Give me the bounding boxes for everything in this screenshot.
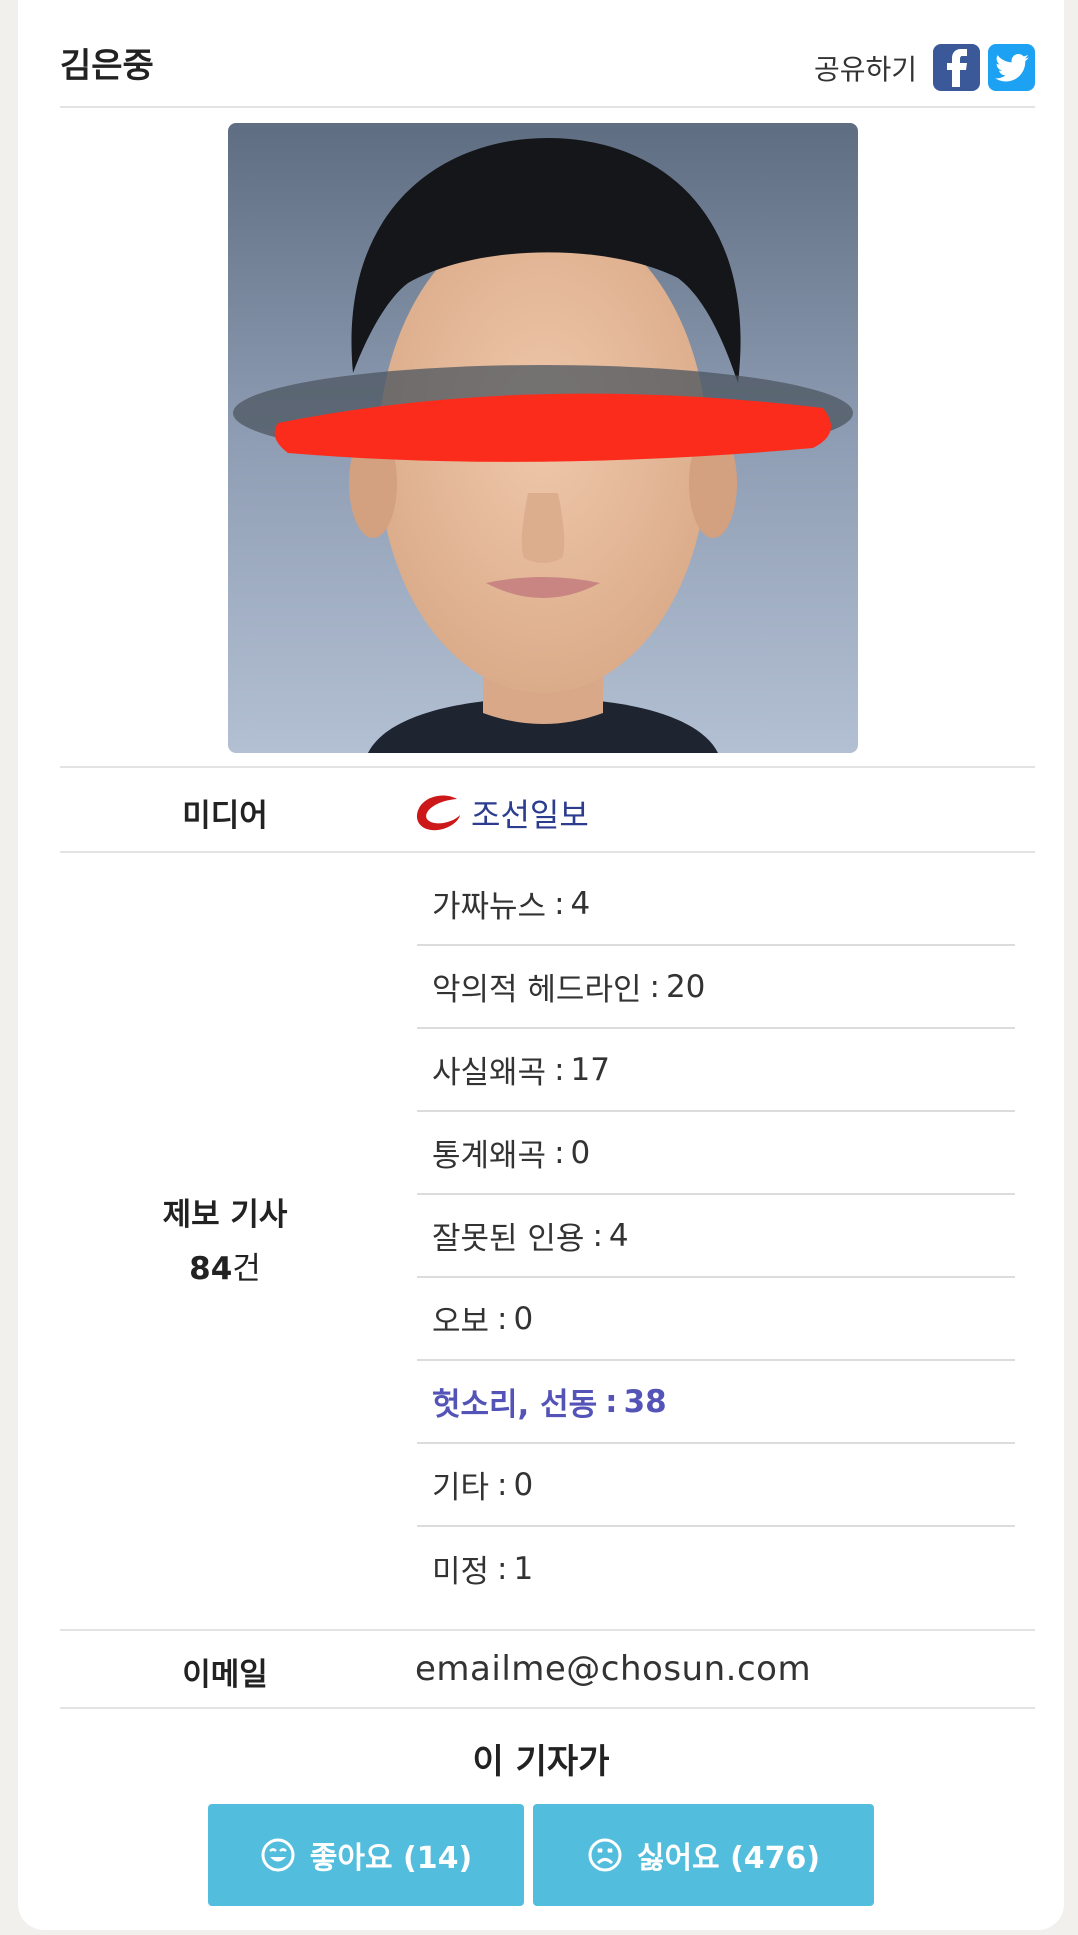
media-link[interactable]: 조선일보	[413, 790, 589, 836]
like-button[interactable]: 좋아요 (14)	[208, 1804, 524, 1906]
list-item[interactable]: 가짜뉴스:4	[417, 863, 1015, 946]
list-item[interactable]: 오보:0	[417, 1278, 1015, 1361]
email-label: 이메일	[182, 1657, 268, 1693]
share-label: 공유하기	[813, 52, 917, 86]
facebook-icon	[946, 48, 967, 87]
twitter-share-button[interactable]	[988, 44, 1035, 91]
report-category-list: 가짜뉴스:4 악의적 헤드라인:20 사실왜곡:17 통계왜곡:0 잘못된 인용…	[417, 863, 1015, 1610]
smile-icon	[261, 1838, 295, 1872]
media-row: 미디어 조선일보	[60, 766, 1035, 851]
reports-label: 제보 기사 84건	[60, 1188, 390, 1296]
vote-title: 이 기자가	[472, 1742, 610, 1782]
email-value[interactable]: emailme@chosun.com	[415, 1649, 811, 1689]
dislike-button[interactable]: 싫어요 (476)	[533, 1804, 874, 1906]
reporter-name: 김은중	[60, 46, 154, 86]
list-item[interactable]: 미정:1	[417, 1527, 1015, 1610]
list-item-highlighted[interactable]: 헛소리, 선동:38	[417, 1361, 1015, 1444]
frown-icon	[588, 1838, 622, 1872]
media-name: 조선일보	[471, 796, 589, 834]
list-item[interactable]: 악의적 헤드라인:20	[417, 946, 1015, 1029]
reports-title: 제보 기사	[162, 1197, 288, 1233]
share-bar: 공유하기	[814, 44, 1035, 91]
list-item[interactable]: 통계왜곡:0	[417, 1112, 1015, 1195]
card-header: 김은중 공유하기	[60, 0, 1035, 108]
list-item[interactable]: 사실왜곡:17	[417, 1029, 1015, 1112]
media-label: 미디어	[182, 798, 268, 834]
reports-row: 제보 기사 84건 가짜뉴스:4 악의적 헤드라인:20 사실왜곡:17 통계왜…	[60, 851, 1035, 1629]
facebook-share-button[interactable]	[933, 44, 980, 91]
list-item[interactable]: 잘못된 인용:4	[417, 1195, 1015, 1278]
email-row: 이메일 emailme@chosun.com	[60, 1629, 1035, 1709]
chosun-logo-icon	[416, 795, 460, 831]
reports-count: 84	[189, 1251, 233, 1287]
reports-unit: 건	[232, 1251, 261, 1287]
reporter-photo	[228, 123, 858, 753]
list-item[interactable]: 기타:0	[417, 1444, 1015, 1527]
twitter-icon	[994, 53, 1029, 81]
dislike-label: 싫어요 (476)	[636, 1841, 821, 1876]
like-label: 좋아요 (14)	[309, 1841, 473, 1876]
reports-total: 84건	[60, 1242, 390, 1296]
